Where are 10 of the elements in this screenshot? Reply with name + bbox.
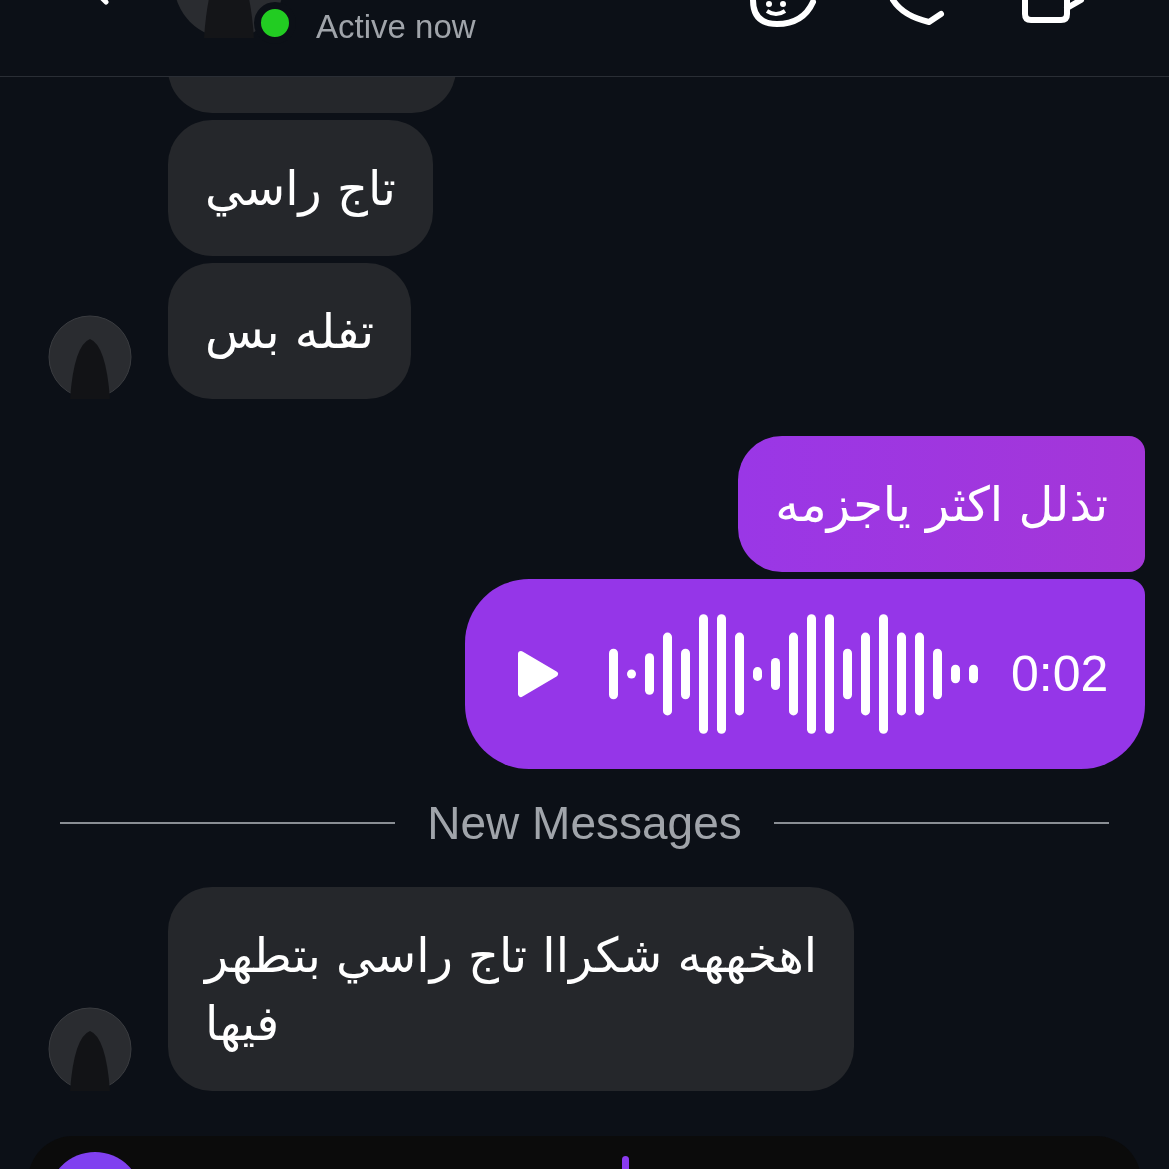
- message-bubble: تذلل اكثر ياجزمه: [738, 436, 1145, 572]
- message-bubble: تاج راسي: [168, 120, 433, 256]
- message-bubble: اهخههه شكراا تاج راسي بتطهر فيها: [168, 887, 855, 1091]
- divider-label: New Messages: [427, 796, 742, 850]
- status-text: Active now: [316, 8, 476, 46]
- voice-message[interactable]: 0:02: [465, 579, 1145, 769]
- play-icon[interactable]: [517, 650, 559, 698]
- message-bubble: تفله بس: [168, 263, 412, 399]
- duration-text: 0:02: [1011, 645, 1109, 703]
- sticker-icon[interactable]: [749, 0, 819, 28]
